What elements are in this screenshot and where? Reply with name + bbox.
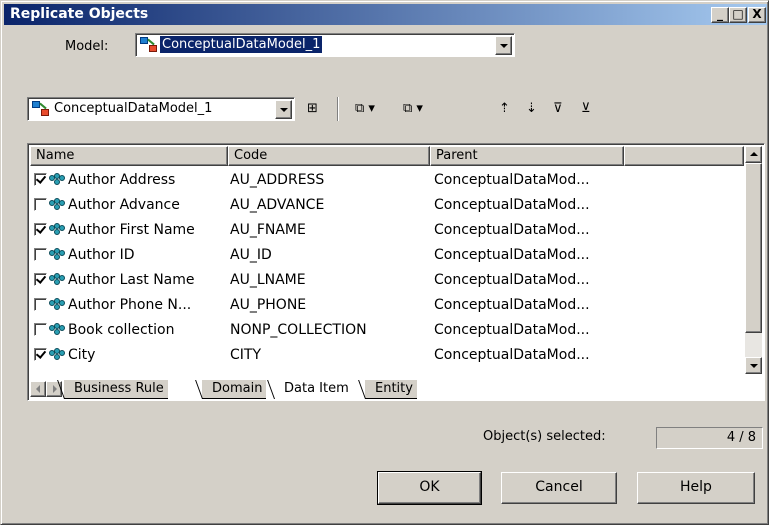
cell-name: City [68,347,96,363]
list-item[interactable]: Author Address AU_ADDRESS ConceptualDataMo… [30,168,740,193]
tab-domain[interactable]: Domain [202,380,267,399]
column-header-empty [624,146,744,166]
chevron-down-icon[interactable] [275,100,292,119]
item-checkbox[interactable] [34,348,47,361]
chevron-down-icon[interactable] [495,36,512,55]
cell-code: NONP_COLLECTION [230,322,367,338]
objects-selected-count: 4 / 8 [656,427,763,449]
data-item-icon [49,173,65,187]
cell-code: AU_FNAME [230,222,306,238]
clear-filter-icon[interactable]: ⊻ [581,100,591,118]
toolbar-separator [337,97,339,121]
list-item[interactable]: Author Phone N... AU_PHONE ConceptualDataM… [30,293,740,318]
cell-code: AU_ID [230,247,272,263]
cell-parent: ConceptualDataMod... [434,297,590,313]
item-checkbox[interactable] [34,223,47,236]
cell-name: Author ID [68,247,135,263]
title-bar[interactable]: Replicate Objects _ □ X [4,4,767,25]
vertical-scrollbar[interactable] [745,146,762,374]
cell-parent: ConceptualDataMod... [434,247,590,263]
cell-code: AU_PHONE [230,297,307,313]
cell-code: AU_LNAME [230,272,306,288]
cell-code: CITY [230,347,262,363]
item-checkbox[interactable] [34,273,47,286]
cell-name: Author Advance [68,197,180,213]
list-item[interactable]: Author ID AU_ID ConceptualDataMod... [30,243,740,268]
column-header-name[interactable]: Name [30,146,228,166]
scroll-up-button[interactable] [745,146,762,163]
scroll-down-button[interactable] [745,357,762,374]
data-item-icon [49,348,65,362]
conceptual-model-icon [140,37,158,53]
cell-parent: ConceptualDataMod... [434,347,590,363]
cell-parent: ConceptualDataMod... [434,197,590,213]
cancel-button[interactable]: Cancel [501,472,617,504]
filter-icon[interactable]: ⊽ [553,100,563,118]
replicate-objects-dialog: Replicate Objects _ □ X Model: Conceptua… [0,0,769,525]
model-filter-value: ConceptualDataModel_1 [54,101,213,116]
scroll-thumb[interactable] [745,163,762,333]
tab-scroll-left-button[interactable] [30,381,46,397]
cell-parent: ConceptualDataMod... [434,322,590,338]
data-item-icon [49,198,65,212]
column-header-code[interactable]: Code [228,146,430,166]
cell-name: Author Phone N... [68,297,192,313]
help-button[interactable]: Help [637,472,755,504]
tab-strip: Business Rule Domain Data Item Entity [30,380,750,400]
move-down-icon[interactable]: ⇣ [526,100,537,118]
deselect-all-icon[interactable]: ⧉ ▾ [403,100,423,118]
data-item-icon [49,323,65,337]
minimize-button[interactable]: _ [711,7,729,23]
list-item[interactable]: Author Last Name AU_LNAME ConceptualDataMo… [30,268,740,293]
model-filter-combo[interactable]: ConceptualDataModel_1 [27,97,295,121]
item-checkbox[interactable] [34,298,47,311]
model-select[interactable]: ConceptualDataModel_1 [135,33,515,57]
window-title: Replicate Objects [10,6,149,22]
model-select-value: ConceptualDataModel_1 [160,36,323,53]
cell-parent: ConceptualDataMod... [434,222,590,238]
tab-data-item[interactable]: Data Item [274,380,353,399]
move-up-icon[interactable]: ⇡ [499,100,510,118]
item-checkbox[interactable] [34,323,47,336]
objects-selected-label: Object(s) selected: [483,429,606,444]
data-item-icon [49,298,65,312]
item-checkbox[interactable] [34,173,47,186]
cell-name: Author Last Name [68,272,195,288]
cell-code: AU_ADVANCE [230,197,325,213]
select-all-icon[interactable]: ⧉ ▾ [355,100,375,118]
list-item[interactable]: Author First Name AU_FNAME ConceptualDataM… [30,218,740,243]
data-item-icon [49,223,65,237]
tab-business-rule[interactable]: Business Rule [64,380,168,399]
tab-entity[interactable]: Entity [365,380,417,399]
cell-code: AU_ADDRESS [230,172,325,188]
cell-name: Author First Name [68,222,195,238]
objects-list[interactable]: Name Code Parent Author Address AU_ADDRES… [27,143,765,401]
data-item-icon [49,273,65,287]
ok-button[interactable]: OK [377,471,482,505]
model-label: Model: [65,39,109,54]
item-checkbox[interactable] [34,248,47,261]
data-item-icon [49,248,65,262]
conceptual-model-icon [32,101,50,117]
list-item[interactable]: Author Advance AU_ADVANCE ConceptualDataMo… [30,193,740,218]
column-header-parent[interactable]: Parent [430,146,624,166]
list-item[interactable]: Book collection NONP_COLLECTION Conceptual… [30,318,740,343]
maximize-button[interactable]: □ [729,7,747,23]
cell-name: Book collection [68,322,175,338]
list-item[interactable]: City CITY ConceptualDataMod... [30,343,740,368]
close-button[interactable]: X [748,7,766,23]
tree-view-icon[interactable]: ⊞ [307,100,318,118]
item-checkbox[interactable] [34,198,47,211]
cell-parent: ConceptualDataMod... [434,272,590,288]
cell-parent: ConceptualDataMod... [434,172,590,188]
cell-name: Author Address [68,172,176,188]
